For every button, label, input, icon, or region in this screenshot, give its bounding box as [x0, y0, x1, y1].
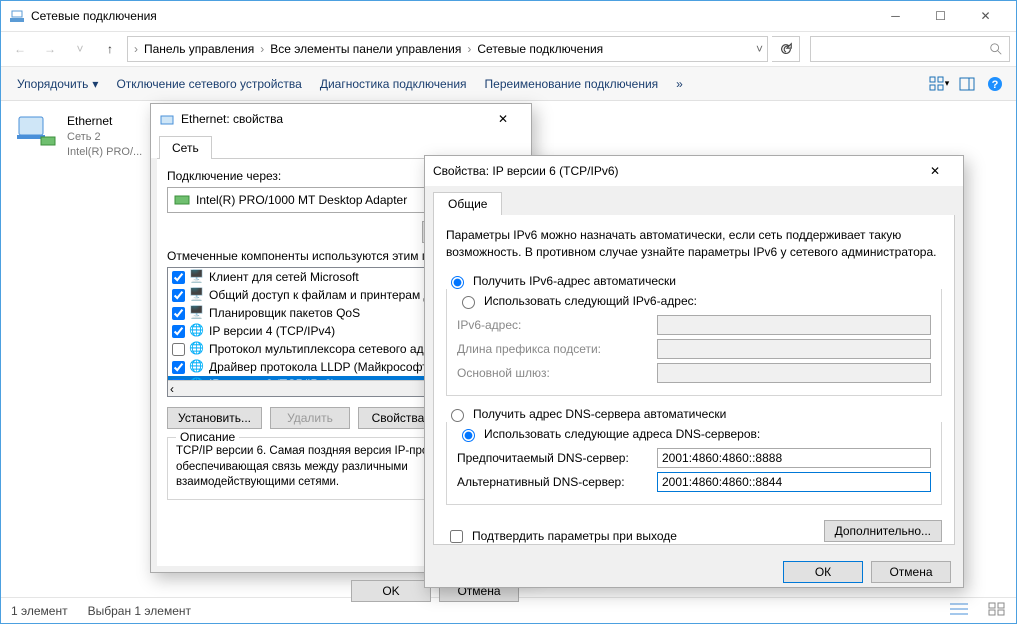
item-checkbox[interactable]	[172, 289, 185, 302]
advanced-button[interactable]: Дополнительно...	[824, 520, 942, 542]
preferred-dns-input[interactable]	[657, 448, 931, 468]
gateway-label: Основной шлюз:	[457, 366, 657, 380]
minimize-button[interactable]: ─	[873, 2, 918, 30]
component-icon: 🖥️	[189, 269, 205, 285]
search-icon	[989, 42, 1003, 56]
recent-dropdown-icon[interactable]: ˅	[67, 36, 93, 62]
connection-adapter: Intel(R) PRO/...	[67, 145, 142, 160]
window-title: Сетевые подключения	[31, 9, 873, 23]
item-checkbox[interactable]	[172, 325, 185, 338]
rename-button[interactable]: Переименование подключения	[479, 73, 665, 95]
radio-manual-ip[interactable]: Использовать следующий IPv6-адрес:	[457, 291, 931, 311]
nic-icon	[174, 192, 190, 208]
chevron-down-icon[interactable]: ˅	[756, 42, 763, 56]
refresh-button[interactable]	[772, 36, 800, 62]
item-checkbox[interactable]	[172, 271, 185, 284]
ok-button[interactable]: OK	[351, 580, 431, 602]
maximize-button[interactable]: ☐	[918, 2, 963, 30]
alternate-dns-input[interactable]	[657, 472, 931, 492]
connection-name: Ethernet	[67, 113, 142, 130]
ipv6-properties-dialog: Свойства: IP версии 6 (TCP/IPv6) ✕ Общие…	[424, 155, 964, 588]
radio-auto-dns[interactable]: Получить адрес DNS-сервера автоматически	[446, 404, 942, 424]
item-checkbox[interactable]	[172, 343, 185, 356]
close-button[interactable]: ✕	[915, 158, 955, 184]
more-button[interactable]: »	[670, 73, 689, 95]
component-icon: 🖥️	[189, 287, 205, 303]
prefix-length-input	[657, 339, 931, 359]
chevron-right-icon[interactable]: ›	[465, 42, 473, 56]
ipv6-address-input	[657, 315, 931, 335]
gateway-input	[657, 363, 931, 383]
prefix-length-label: Длина префикса подсети:	[457, 342, 657, 356]
breadcrumb[interactable]: Все элементы панели управления	[266, 42, 465, 56]
alternate-dns-label: Альтернативный DNS-сервер:	[457, 475, 657, 489]
protocol-icon: 🌐	[189, 323, 205, 339]
search-input[interactable]	[810, 36, 1010, 62]
dialog-title: Ethernet: свойства	[175, 112, 483, 126]
up-button[interactable]: ↑	[97, 36, 123, 62]
preview-pane-button[interactable]	[956, 73, 978, 95]
ethernet-adapter-icon	[15, 113, 57, 149]
connection-network: Сеть 2	[67, 130, 142, 145]
description-label: Описание	[176, 430, 239, 444]
navbar: ← → ˅ ↑ › Панель управления › Все элемен…	[1, 31, 1016, 67]
dialog-titlebar: Свойства: IP версии 6 (TCP/IPv6) ✕	[425, 156, 963, 186]
adapter-name: Intel(R) PRO/1000 MT Desktop Adapter	[196, 193, 407, 207]
help-button[interactable]: ?	[984, 73, 1006, 95]
cancel-button[interactable]: Отмена	[871, 561, 951, 583]
validate-checkbox[interactable]	[450, 530, 463, 543]
breadcrumb[interactable]: Панель управления	[140, 42, 258, 56]
preferred-dns-label: Предпочитаемый DNS-сервер:	[457, 451, 657, 465]
dialog-titlebar: Ethernet: свойства ✕	[151, 104, 531, 134]
svg-text:?: ?	[992, 79, 999, 91]
remove-button[interactable]: Удалить	[270, 407, 350, 429]
ethernet-icon	[159, 111, 175, 127]
diagnose-button[interactable]: Диагностика подключения	[314, 73, 473, 95]
info-text: Параметры IPv6 можно назначать автоматич…	[446, 227, 942, 261]
tab-general[interactable]: Общие	[433, 192, 502, 215]
close-button[interactable]: ✕	[483, 106, 523, 132]
radio-auto-ip[interactable]: Получить IPv6-адрес автоматически	[446, 271, 942, 291]
ipv6-address-label: IPv6-адрес:	[457, 318, 657, 332]
icons-view-icon[interactable]	[988, 602, 1006, 619]
address-bar[interactable]: › Панель управления › Все элементы панел…	[127, 36, 768, 62]
chevron-right-icon[interactable]: ›	[258, 42, 266, 56]
item-checkbox[interactable]	[172, 307, 185, 320]
disable-device-button[interactable]: Отключение сетевого устройства	[110, 73, 307, 95]
network-connections-icon	[9, 8, 25, 24]
tab-network[interactable]: Сеть	[159, 136, 212, 159]
back-button[interactable]: ←	[7, 36, 33, 62]
chevron-right-icon[interactable]: ›	[132, 42, 140, 56]
install-button[interactable]: Установить...	[167, 407, 262, 429]
chevron-down-icon: ▾	[92, 77, 98, 91]
command-bar: Упорядочить ▾ Отключение сетевого устрой…	[1, 67, 1016, 101]
forward-button[interactable]: →	[37, 36, 63, 62]
breadcrumb[interactable]: Сетевые подключения	[473, 42, 607, 56]
item-checkbox[interactable]	[172, 361, 185, 374]
status-count: 1 элемент	[11, 604, 68, 618]
protocol-icon: 🌐	[189, 341, 205, 357]
component-icon: 🖥️	[189, 305, 205, 321]
protocol-icon: 🌐	[189, 359, 205, 375]
titlebar: Сетевые подключения ─ ☐ ✕	[1, 1, 1016, 31]
organize-menu[interactable]: Упорядочить ▾	[11, 73, 104, 95]
validate-checkbox-row[interactable]: Подтвердить параметры при выходе	[446, 527, 677, 546]
view-icons-button[interactable]: ▾	[928, 73, 950, 95]
details-view-icon[interactable]	[950, 602, 968, 619]
radio-manual-dns[interactable]: Использовать следующие адреса DNS-сервер…	[457, 424, 931, 444]
close-button[interactable]: ✕	[963, 2, 1008, 30]
ok-button[interactable]: ОК	[783, 561, 863, 583]
dialog-title: Свойства: IP версии 6 (TCP/IPv6)	[433, 164, 915, 178]
